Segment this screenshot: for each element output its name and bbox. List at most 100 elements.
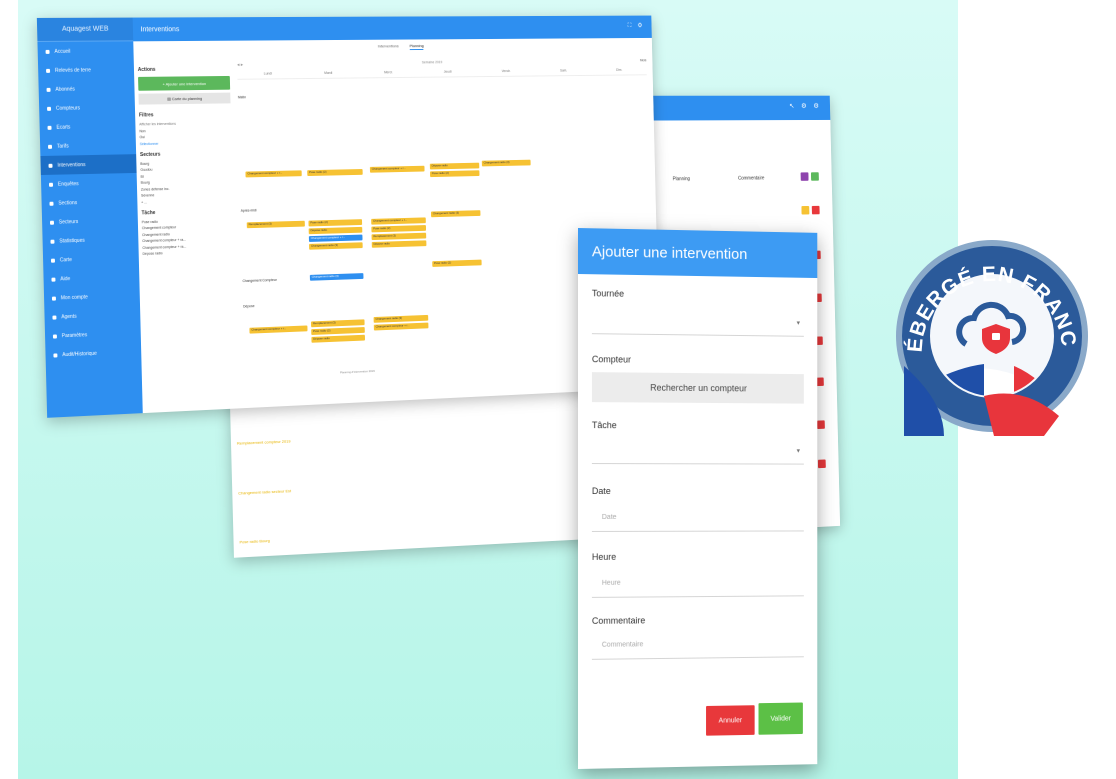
filter-option[interactable]: Non: [139, 127, 231, 133]
sidebar-item[interactable]: Ecarts: [39, 117, 135, 137]
tache-label: Tâche: [591, 420, 617, 431]
tournee-select[interactable]: ▾: [591, 306, 804, 337]
topbar-icons[interactable]: ⛶ ⚙: [628, 23, 645, 30]
intervention-chip[interactable]: Dépose radio: [308, 226, 363, 235]
sector-filter-item[interactable]: Zones défense inc.: [141, 185, 233, 192]
sidebar-item[interactable]: Audit/Historique: [45, 342, 141, 365]
list-item[interactable]: Pose radio Bourg: [239, 538, 269, 545]
comment-input[interactable]: Commentaire: [591, 629, 804, 660]
intervention-chip[interactable]: Changement radio (3): [430, 210, 481, 218]
tab-planning[interactable]: Planning: [409, 43, 424, 51]
add-intervention-modal: Ajouter une intervention Tournée ▾ Compt…: [578, 228, 818, 769]
intervention-chip[interactable]: Pose radio (2): [308, 219, 363, 227]
intervention-chip[interactable]: Changement compteur + r...: [249, 325, 308, 334]
task-filter-item[interactable]: Changement compteur: [142, 224, 234, 230]
prev-next-arrows[interactable]: ◂ ▸: [237, 62, 243, 68]
intervention-chip[interactable]: Remplacement (3): [246, 220, 305, 229]
sidebar-item-label: Abonnés: [55, 86, 75, 93]
task-filter-item[interactable]: Dépose radio: [143, 249, 235, 256]
delete-icon[interactable]: [811, 205, 820, 215]
list-item[interactable]: Remplacement compteur 2019: [237, 439, 291, 446]
cancel-button[interactable]: Annuler: [706, 705, 755, 736]
compteur-label: Compteur: [591, 354, 632, 365]
add-intervention-button[interactable]: + Ajouter une intervention: [138, 75, 231, 91]
task-filter-item[interactable]: Changement compteur + ra...: [142, 243, 234, 249]
row-label: Dépose: [243, 304, 255, 309]
date-input[interactable]: Date: [591, 503, 804, 532]
filter-option[interactable]: Oui: [140, 134, 232, 139]
column-header-planning[interactable]: Planning: [673, 176, 690, 182]
intervention-chip[interactable]: Remplacement (3): [371, 232, 427, 241]
day-column-header: Mardi: [324, 70, 333, 75]
intervention-chip[interactable]: Remplacement (3): [310, 319, 365, 328]
intervention-chip-selected[interactable]: Changement radio (3): [309, 273, 364, 281]
filter-select-link[interactable]: Sélectionner: [140, 140, 232, 145]
list-item[interactable]: Changement radio secteur Est: [238, 488, 291, 495]
green-add-button[interactable]: [810, 172, 819, 181]
intervention-chip[interactable]: Changement radio (3): [373, 314, 429, 323]
filters-subtitle: Afficher les interventions: [139, 121, 176, 127]
intervention-chip[interactable]: Changement compteur + r...: [373, 322, 429, 331]
sidebar-item[interactable]: Abonnés: [38, 79, 134, 99]
planning-window: Aquagest WEB Accueil Relevés de terre Abon…: [36, 15, 661, 418]
column-header-commentaire[interactable]: Commentaire: [738, 176, 764, 182]
purple-action-button[interactable]: [800, 172, 809, 181]
sectors-title: Secteurs: [139, 151, 161, 158]
sector-filter-item[interactable]: Bourg: [141, 179, 233, 185]
intervention-chip[interactable]: Dépose radio: [371, 240, 427, 248]
date-label: Date: [591, 486, 611, 497]
intervention-chip[interactable]: Changement radio (3): [309, 242, 363, 250]
heure-input[interactable]: Heure: [591, 568, 804, 598]
task-filter-item[interactable]: Changement compteur + ra...: [142, 236, 234, 243]
sector-filter-item[interactable]: + ...: [141, 198, 233, 204]
edit-icon[interactable]: [801, 205, 810, 215]
menu-icon: [48, 182, 54, 187]
intervention-chip-selected[interactable]: Changement compteur + r...: [308, 234, 363, 242]
sector-filter-item[interactable]: Bourg: [140, 160, 232, 165]
intervention-chip[interactable]: Pose radio (2): [311, 327, 365, 336]
tab-interventions[interactable]: Interventions: [378, 43, 399, 50]
intervention-chip[interactable]: Pose radio (2): [429, 170, 480, 178]
intervention-chip[interactable]: Changement compteur + r...: [371, 217, 426, 225]
menu-icon: [47, 144, 53, 149]
sidebar-item[interactable]: Accueil: [37, 41, 133, 61]
task-filter-item[interactable]: Changement radio: [142, 230, 234, 237]
sector-filter-item[interactable]: BI: [141, 172, 233, 178]
intervention-chip[interactable]: Dépose radio: [311, 334, 366, 343]
sidebar-item[interactable]: Tarifs: [40, 135, 136, 156]
delete-icon[interactable]: [816, 420, 825, 430]
brand-logo[interactable]: Aquagest WEB: [36, 17, 134, 42]
intervention-chip[interactable]: Changement compteur + r...: [245, 170, 302, 178]
intervention-chip[interactable]: Changement radio (3): [481, 159, 531, 167]
intervention-chip[interactable]: Pose radio (2): [307, 169, 363, 177]
menu-icon: [49, 220, 54, 225]
print-planning-button[interactable]: ▤ Carte du planning: [138, 92, 231, 105]
view-selector[interactable]: Mois: [640, 58, 646, 62]
sidebar-item-label: Accueil: [54, 48, 71, 55]
intervention-chip[interactable]: Pose radio (2): [371, 225, 427, 233]
intervention-chip[interactable]: Changement compteur + r...: [369, 165, 425, 173]
validate-button[interactable]: Valider: [758, 702, 803, 735]
menu-icon: [47, 125, 52, 130]
day-column-header: Dim.: [616, 68, 623, 72]
sidebar-item[interactable]: Enquêtes: [41, 173, 137, 194]
sidebar-item[interactable]: Relevés de terre: [38, 60, 134, 80]
topbar-icons[interactable]: ↖ ⚙ ⚙: [789, 102, 821, 110]
sidebar-item[interactable]: Compteurs: [39, 98, 135, 118]
intervention-chip[interactable]: Dépose radio: [429, 162, 480, 170]
task-filter-item[interactable]: Pose radio: [142, 217, 234, 223]
tournee-label: Tournée: [591, 288, 625, 299]
sidebar-item[interactable]: Interventions: [40, 154, 137, 176]
search-meter-button[interactable]: Rechercher un compteur: [591, 372, 804, 404]
sidebar-item-label: Compteurs: [55, 104, 81, 112]
menu-icon: [45, 49, 50, 54]
sector-filter-item[interactable]: Sévenne: [141, 191, 233, 197]
tache-select[interactable]: ▾: [591, 436, 804, 465]
sector-filter-item[interactable]: Goudou: [140, 166, 232, 172]
sidebar-item[interactable]: Sections: [41, 192, 137, 213]
intervention-chip[interactable]: Pose radio (2): [432, 259, 482, 267]
sidebar-item-label: Carte: [59, 256, 72, 263]
sidebar-item-label: Interventions: [57, 161, 86, 169]
delete-icon[interactable]: [817, 459, 826, 469]
heure-label: Heure: [591, 551, 617, 562]
